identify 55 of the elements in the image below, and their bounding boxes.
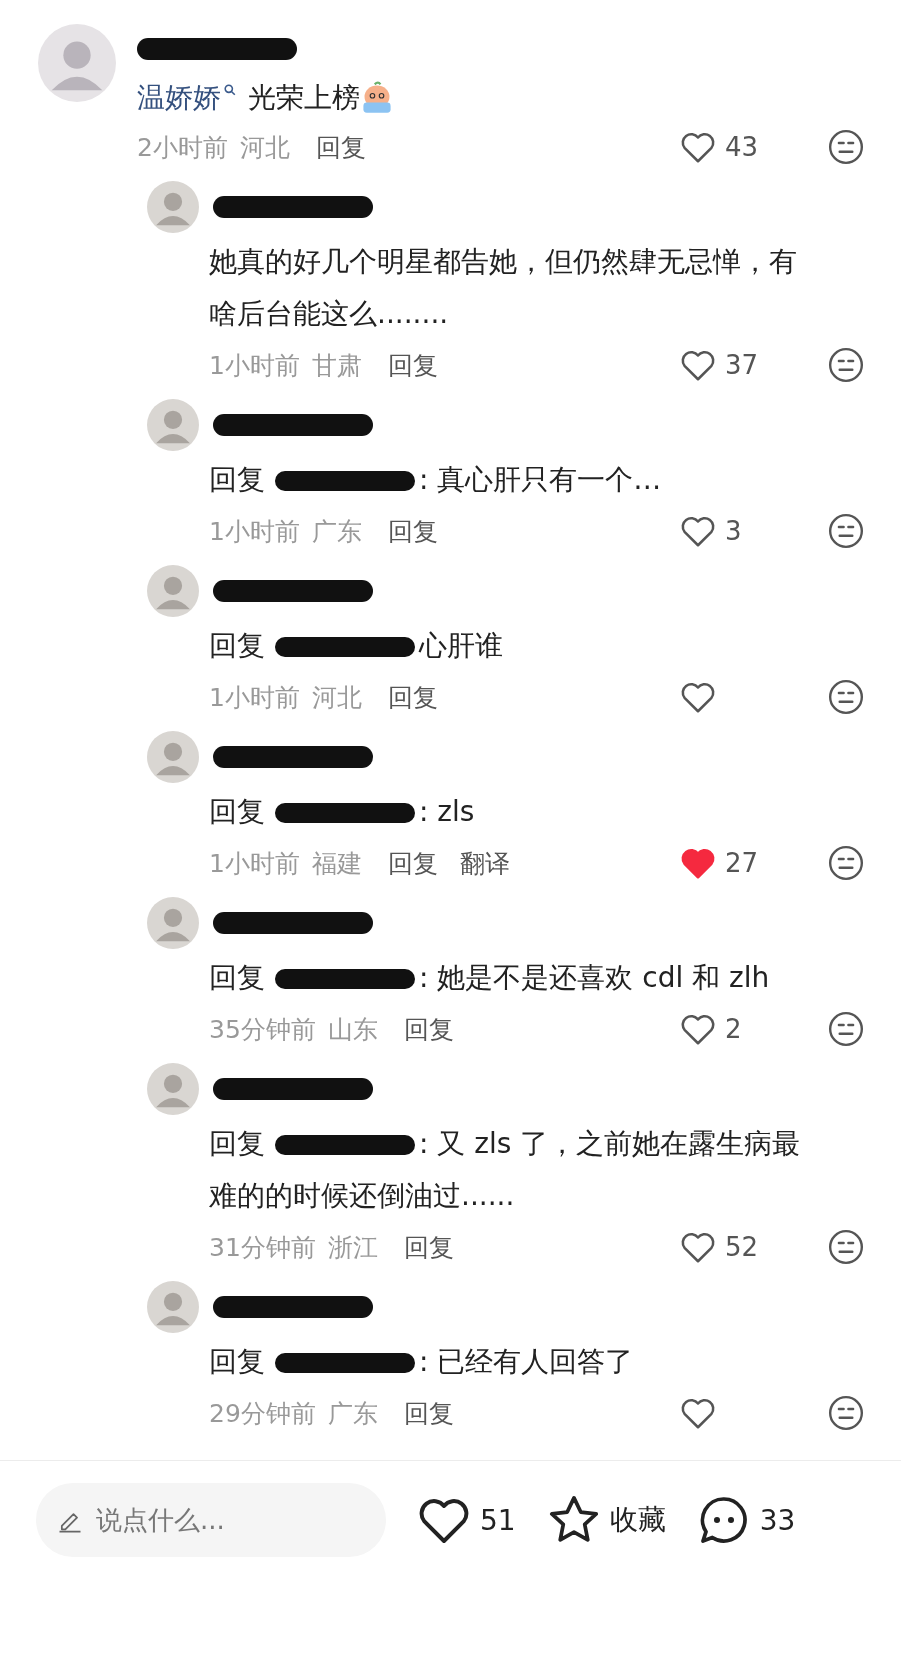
reply-time: 29分钟前	[209, 1397, 316, 1430]
reply-text: 回复 : 又 zls 了，之前她在露生病最难的的时候还倒油过......	[209, 1126, 802, 1214]
reply-text: 回复 : 真心肝只有一个…	[209, 462, 663, 498]
reply-text: 回复 心肝谁	[209, 628, 504, 664]
like-count: 52	[725, 1232, 759, 1262]
comment-input-text[interactable]: 说点什么...	[96, 1505, 356, 1535]
neutral-face-icon[interactable]	[827, 1394, 865, 1432]
comment-time: 2小时前	[137, 131, 228, 164]
reply-link[interactable]: 回复	[403, 1230, 454, 1264]
reply-location: 浙江	[327, 1231, 378, 1264]
crying-emoji-icon	[360, 81, 394, 115]
reply-link[interactable]: 回复	[387, 680, 438, 714]
like-count: 43	[725, 132, 759, 162]
reply-link[interactable]: 回复	[387, 348, 438, 382]
like-count: 2	[725, 1014, 742, 1044]
reply-location: 福建	[311, 847, 362, 880]
like-count: 37	[725, 350, 759, 380]
reply-time: 1小时前	[209, 847, 300, 880]
reply-time: 1小时前	[209, 681, 300, 714]
reply-link[interactable]: 回复	[403, 1012, 454, 1046]
reply-link[interactable]: 回复	[315, 130, 366, 164]
like-count: 51	[480, 1503, 516, 1537]
user-mention[interactable]: 温娇娇	[137, 79, 221, 117]
comment-text: 光荣上榜	[248, 80, 360, 116]
reply-location: 甘肃	[311, 349, 362, 382]
reply-time: 1小时前	[209, 515, 300, 548]
reply-text: 回复 : 她是不是还喜欢 cdl 和 zlh	[209, 960, 771, 996]
reply-time: 1小时前	[209, 349, 300, 382]
reply-time: 31分钟前	[209, 1231, 316, 1264]
comment-input[interactable]: 说点什么...	[36, 1483, 386, 1557]
reply-link[interactable]: 回复	[387, 514, 438, 548]
reply-text: 回复 : 已经有人回答了	[209, 1344, 635, 1380]
comment-count: 33	[759, 1503, 796, 1537]
neutral-face-icon[interactable]	[827, 346, 865, 384]
reply-text: 她真的好几个明星都告她，但仍然肆无忌惮，有啥后台能这么........	[209, 244, 798, 332]
collect-label[interactable]: 收藏	[609, 1501, 666, 1539]
search-icon	[224, 84, 236, 96]
reply-link[interactable]: 回复	[387, 846, 438, 880]
neutral-face-icon[interactable]	[827, 1228, 865, 1266]
reply-location: 广东	[327, 1397, 378, 1430]
reply-link[interactable]: 回复	[403, 1396, 454, 1430]
neutral-face-icon[interactable]	[827, 1010, 865, 1048]
reply-location: 河北	[311, 681, 362, 714]
reply-text: 回复 : zls	[209, 794, 476, 830]
like-count: 3	[725, 516, 742, 546]
reply-location: 广东	[311, 515, 362, 548]
neutral-face-icon[interactable]	[827, 512, 865, 550]
translate-link[interactable]: 翻译	[459, 846, 510, 880]
comment-location: 河北	[239, 131, 290, 164]
reply-location: 山东	[327, 1013, 378, 1046]
neutral-face-icon[interactable]	[827, 844, 865, 882]
neutral-face-icon[interactable]	[827, 678, 865, 716]
like-count: 27	[725, 848, 759, 878]
reply-time: 35分钟前	[209, 1013, 316, 1046]
neutral-face-icon[interactable]	[827, 128, 865, 166]
